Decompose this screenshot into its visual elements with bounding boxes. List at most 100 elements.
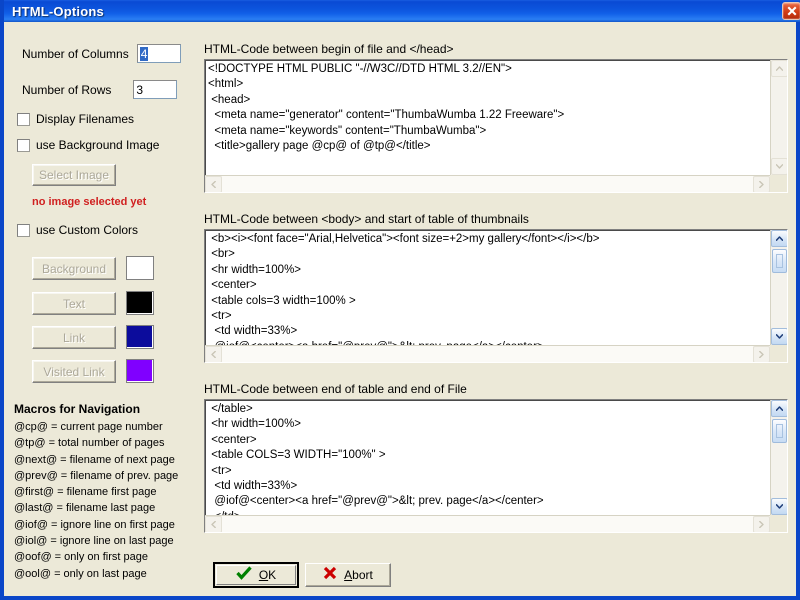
titlebar-buttons <box>782 2 800 20</box>
macro-line: @prev@ = filename of prev. page <box>14 469 179 482</box>
head-code-content: <!DOCTYPE HTML PUBLIC "-//W3C//DTD HTML … <box>208 63 565 153</box>
macro-line: @iof@ = ignore line on first page <box>14 518 175 531</box>
end-code-content: </table> <hr width=100%> <center> <table… <box>211 403 544 523</box>
scrollbar-corner <box>770 175 787 192</box>
scroll-up-icon[interactable] <box>771 400 787 417</box>
scroll-down-icon[interactable] <box>771 498 787 515</box>
body-code-vscrollbar[interactable] <box>770 230 787 345</box>
head-code-group: HTML-Code between begin of file and </he… <box>204 42 788 193</box>
thumb-grip-icon <box>776 424 783 438</box>
html-options-dialog: HTML-Options Number of Columns 4 Number … <box>0 0 800 600</box>
end-code-hscrollbar[interactable] <box>205 515 770 532</box>
head-code-vscrollbar[interactable] <box>770 60 787 175</box>
macro-line: @iol@ = ignore line on last page <box>14 535 174 548</box>
use-custom-colors-checkbox[interactable] <box>17 223 30 237</box>
abort-button[interactable]: Abort <box>305 563 391 587</box>
scroll-down-icon[interactable] <box>771 158 787 175</box>
display-filenames-checkbox-row[interactable]: Display Filenames <box>17 112 134 126</box>
background-color-button: Background <box>32 257 116 280</box>
head-code-label: HTML-Code between begin of file and </he… <box>204 42 454 56</box>
end-code-editor[interactable]: </table> <hr width=100%> <center> <table… <box>204 399 788 533</box>
hscroll-track[interactable] <box>222 176 753 192</box>
abort-label-rest: bort <box>352 568 373 582</box>
link-color-button: Link <box>32 326 116 349</box>
scroll-right-icon[interactable] <box>753 346 770 362</box>
rows-input[interactable]: 3 <box>133 80 178 99</box>
display-filenames-checkbox[interactable] <box>17 112 30 126</box>
ok-label-rest: K <box>268 568 277 582</box>
scroll-left-icon[interactable] <box>205 516 222 532</box>
end-code-group: HTML-Code between end of table and end o… <box>204 382 788 533</box>
macro-line: @cp@ = current page number <box>14 421 163 433</box>
close-icon[interactable] <box>782 2 800 20</box>
scrollbar-corner <box>770 515 787 532</box>
select-image-button: Select Image <box>32 164 116 186</box>
rows-field-row: Number of Rows 3 <box>22 80 178 99</box>
body-code-hscrollbar[interactable] <box>205 345 770 362</box>
text-color-swatch <box>126 291 154 315</box>
ok-button[interactable]: OK <box>213 562 299 588</box>
window-title: HTML-Options <box>12 3 104 19</box>
scroll-right-icon[interactable] <box>753 176 770 192</box>
link-color-swatch <box>126 325 154 349</box>
scroll-down-icon[interactable] <box>771 328 787 345</box>
scroll-left-icon[interactable] <box>205 346 222 362</box>
use-background-image-label: use Background Image <box>36 138 160 152</box>
scrollbar-corner <box>770 345 787 362</box>
ok-accel-char: O <box>258 568 269 582</box>
background-color-label: Background <box>41 261 107 276</box>
columns-field-row: Number of Columns 4 <box>22 44 181 63</box>
use-custom-colors-label: use Custom Colors <box>36 223 139 237</box>
use-background-image-checkbox[interactable] <box>17 138 30 152</box>
visited-link-color-swatch <box>126 359 154 383</box>
scroll-left-icon[interactable] <box>205 176 222 192</box>
scroll-up-icon[interactable] <box>771 230 787 247</box>
macros-title: Macros for Navigation <box>14 402 141 416</box>
no-image-selected-message: no image selected yet <box>32 196 147 208</box>
ok-button-label: OK <box>259 568 276 582</box>
body-code-label: HTML-Code between <body> and start of ta… <box>204 212 529 226</box>
macro-line: @tp@ = total number of pages <box>14 437 165 450</box>
macro-line: @last@ = filename last page <box>14 502 156 515</box>
titlebar: HTML-Options <box>4 0 800 22</box>
head-code-editor[interactable]: <!DOCTYPE HTML PUBLIC "-//W3C//DTD HTML … <box>204 59 788 193</box>
text-color-button: Text <box>32 292 116 315</box>
thumb-grip-icon <box>776 254 783 268</box>
body-code-group: HTML-Code between <body> and start of ta… <box>204 212 788 363</box>
background-color-swatch <box>126 256 154 280</box>
check-icon <box>236 565 252 585</box>
macro-line: @ool@ = only on last page <box>14 567 147 580</box>
macro-line: @next@ = filename of next page <box>14 453 175 466</box>
vscroll-thumb[interactable] <box>772 419 787 443</box>
display-filenames-label: Display Filenames <box>36 112 135 126</box>
select-image-label: Select Image <box>38 168 110 182</box>
scroll-up-icon[interactable] <box>771 60 787 77</box>
vscroll-thumb[interactable] <box>772 249 787 273</box>
abort-accel-char: A <box>344 568 353 582</box>
hscroll-track[interactable] <box>222 516 753 532</box>
abort-button-label: Abort <box>344 568 373 582</box>
macros-section: Macros for Navigation @cp@ = current pag… <box>14 402 204 582</box>
hscroll-track[interactable] <box>222 346 753 362</box>
use-background-image-checkbox-row[interactable]: use Background Image <box>17 138 159 152</box>
link-color-label: Link <box>62 330 85 345</box>
rows-label: Number of Rows <box>22 82 112 97</box>
rows-input-value: 3 <box>136 82 144 97</box>
macro-line: @first@ = filename first page <box>14 486 157 499</box>
head-code-hscrollbar[interactable] <box>205 175 770 192</box>
scroll-right-icon[interactable] <box>753 516 770 532</box>
ok-button-focus-ring <box>216 565 296 585</box>
macro-line: @oof@ = only on first page <box>14 551 148 564</box>
visited-link-color-label: Visited Link <box>43 364 105 379</box>
visited-link-color-button: Visited Link <box>32 360 116 383</box>
body-code-content: <b><i><font face="Arial,Helvetica"><font… <box>211 233 600 353</box>
columns-input-value: 4 <box>139 46 149 61</box>
end-code-label: HTML-Code between end of table and end o… <box>204 382 467 396</box>
cross-icon <box>323 566 337 585</box>
columns-input[interactable]: 4 <box>136 44 181 63</box>
end-code-vscrollbar[interactable] <box>770 400 787 515</box>
text-color-label: Text <box>62 296 85 311</box>
body-code-editor[interactable]: <b><i><font face="Arial,Helvetica"><font… <box>204 229 788 363</box>
columns-label: Number of Columns <box>22 46 129 61</box>
use-custom-colors-checkbox-row[interactable]: use Custom Colors <box>17 223 138 237</box>
